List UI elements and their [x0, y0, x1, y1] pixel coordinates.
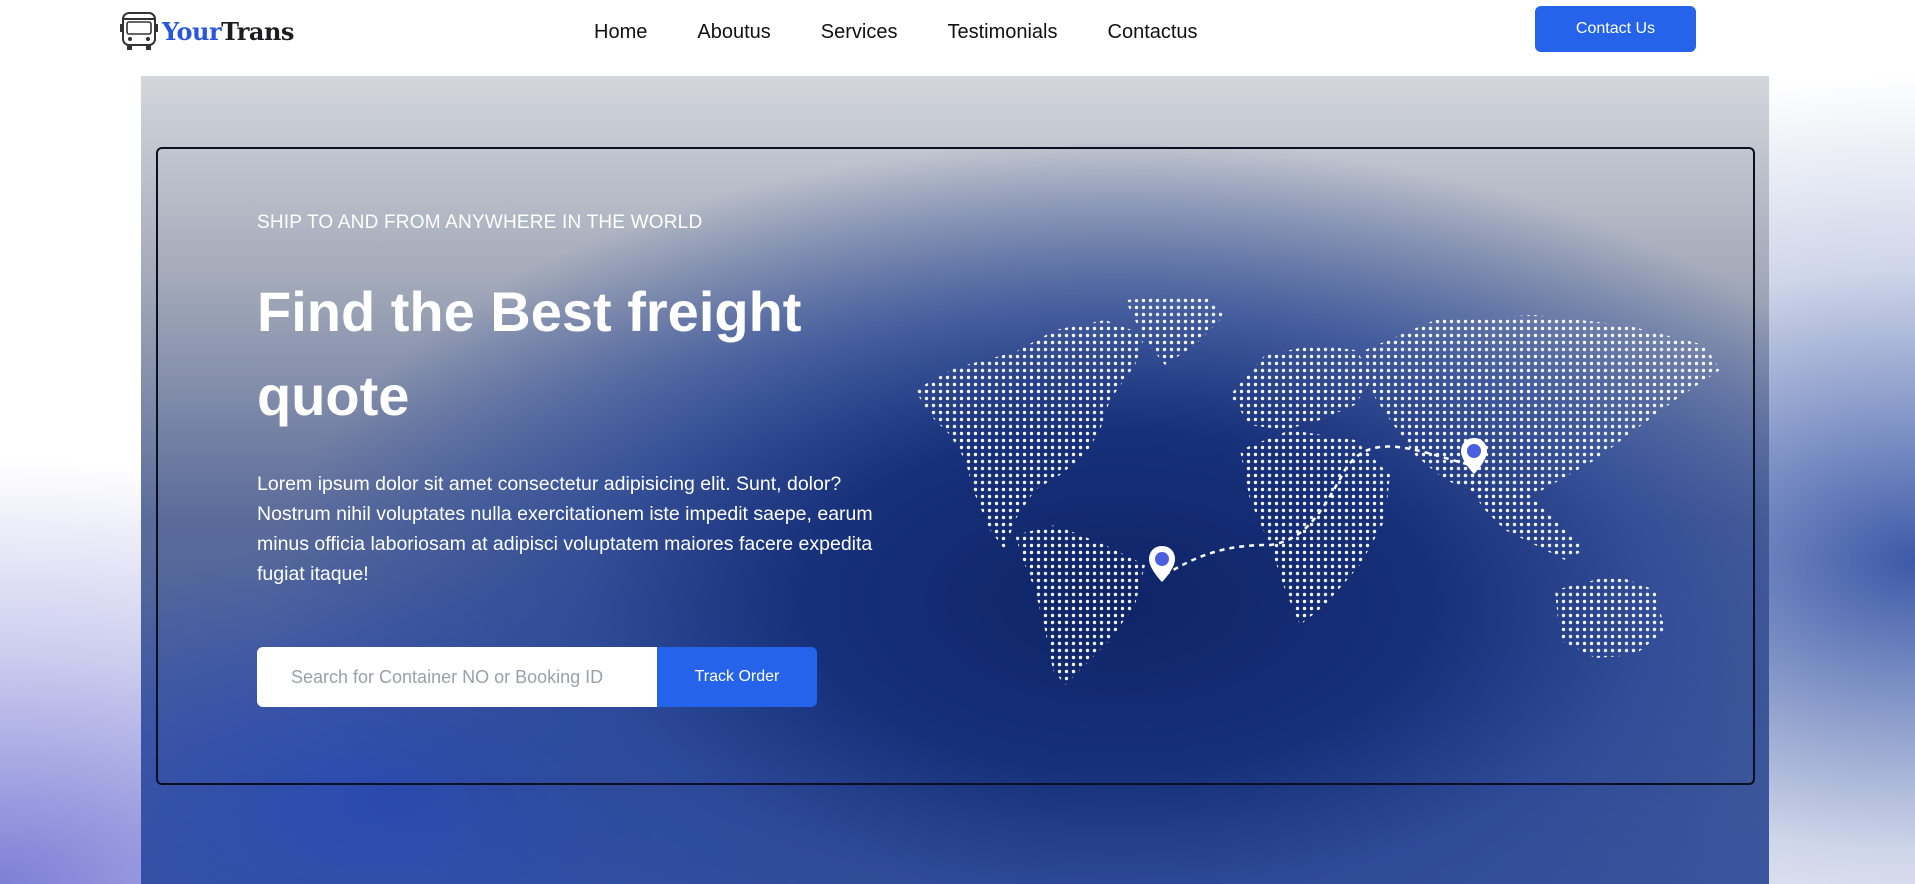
hero-eyebrow: SHIP TO AND FROM ANYWHERE IN THE WORLD — [257, 212, 703, 233]
continent-asia — [1365, 315, 1720, 500]
track-order-button[interactable]: Track Order — [657, 647, 817, 707]
brand-name: YourTrans — [162, 17, 294, 46]
hero-headline: Find the Best freight quote — [257, 280, 802, 427]
continent-south-america — [1015, 525, 1145, 685]
continent-greenland — [1125, 295, 1225, 365]
continent-africa — [1240, 430, 1390, 625]
continent-europe — [1230, 345, 1375, 430]
tracking-search-input[interactable] — [257, 647, 657, 707]
nav-services[interactable]: Services — [821, 18, 898, 46]
location-pin-icon[interactable] — [1460, 437, 1488, 475]
tracking-form: Track Order — [257, 647, 817, 707]
main-nav: Home Aboutus Services Testimonials Conta… — [594, 18, 1198, 46]
location-pin-icon[interactable] — [1148, 545, 1176, 583]
nav-aboutus[interactable]: Aboutus — [697, 18, 770, 46]
contact-us-button[interactable]: Contact Us — [1535, 6, 1696, 52]
continent-australia — [1555, 575, 1665, 658]
hero-description: Lorem ipsum dolor sit amet consectetur a… — [257, 473, 873, 585]
nav-contactus[interactable]: Contactus — [1108, 18, 1198, 46]
world-map — [915, 295, 1720, 685]
nav-home[interactable]: Home — [594, 18, 647, 46]
brand-logo[interactable]: YourTrans — [120, 10, 294, 52]
brand-name-part2: Trans — [221, 16, 294, 46]
continent-north-america — [915, 320, 1145, 550]
nav-testimonials[interactable]: Testimonials — [947, 18, 1057, 46]
bus-icon — [120, 12, 158, 50]
site-header: YourTrans Home Aboutus Services Testimon… — [0, 0, 1915, 76]
brand-name-part1: Your — [162, 16, 222, 46]
